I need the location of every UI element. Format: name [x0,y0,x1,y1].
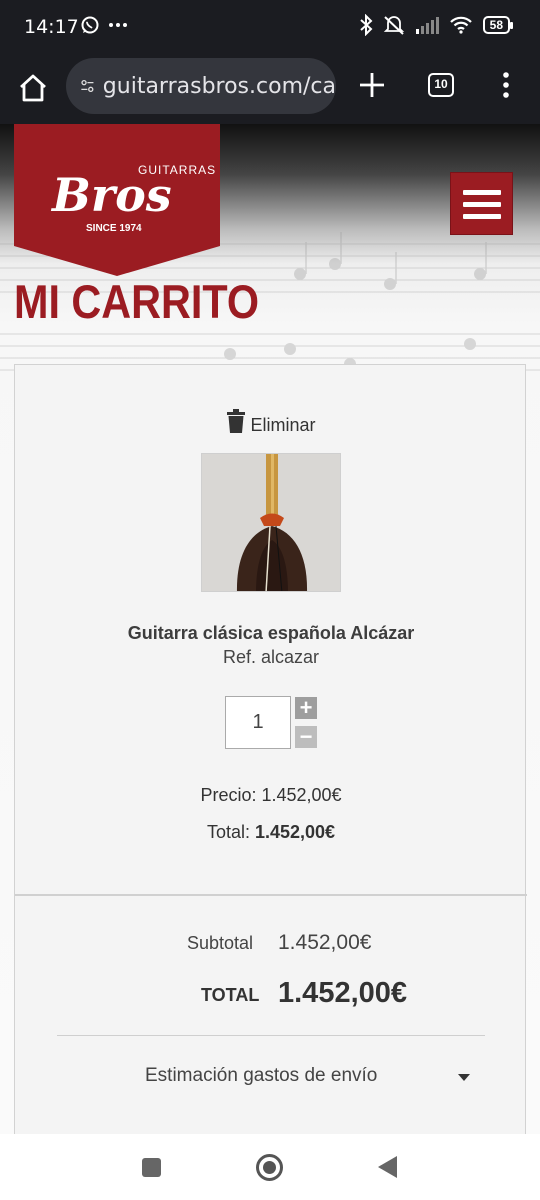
system-navigation-bar [0,1134,540,1200]
hamburger-menu-button[interactable] [450,172,513,235]
quantity-input[interactable]: 1 [225,696,291,749]
logo-since-text: SINCE 1974 [86,223,142,234]
product-image[interactable] [201,453,341,592]
recent-apps-icon[interactable] [142,1158,161,1177]
grand-total-value: 1.452,00€ [278,977,408,1009]
trash-icon [227,409,246,433]
product-ref: Ref. alcazar [222,647,320,667]
quantity-decrease-button[interactable]: − [295,726,317,748]
divider [15,894,527,896]
product-name[interactable]: Guitarra clásica española Alcázar [15,623,527,644]
caret-down-icon[interactable] [458,1074,470,1081]
browser-toolbar: guitarrasbros.com/ca 10 [0,54,540,124]
grand-total-label: TOTAL [201,985,260,1005]
site-settings-icon[interactable] [80,75,95,97]
divider [57,1035,485,1036]
quantity-increase-button[interactable]: + [295,697,317,719]
page-title: MI CARRITO [14,275,260,328]
more-icon [109,23,127,27]
line-total: Total: 1.452,00€ [15,822,527,843]
cart-card: Eliminar Guitarra clásica española Alcáz… [14,364,527,1134]
bluetooth-icon [359,14,373,36]
tab-switcher-button[interactable]: 10 [428,73,454,97]
home-nav-icon[interactable] [256,1154,283,1181]
subtotal-label: Subtotal [187,933,254,953]
shipping-estimate-toggle[interactable]: Estimación gastos de envío [145,1065,377,1087]
whatsapp-icon [81,16,99,34]
unit-price: Precio: 1.452,00€ [200,785,342,805]
delete-item-button[interactable]: Eliminar [15,409,527,436]
browser-menu-icon[interactable] [498,70,514,100]
new-tab-icon[interactable] [357,70,387,100]
delete-label: Eliminar [250,415,316,435]
line-total-label: Total: [206,822,250,842]
mute-icon [383,16,404,35]
status-bar: 14:17 58 [0,0,540,54]
status-left-icons [80,15,128,35]
status-right-icons: 58 [359,14,514,36]
url-text[interactable]: guitarrasbros.com/ca [103,74,336,99]
line-total-value: 1.452,00€ [254,822,336,842]
web-page: GUITARRAS Bros SINCE 1974 MI CARRITO Eli… [0,124,540,1134]
wifi-icon [449,16,472,34]
back-icon[interactable] [378,1156,397,1178]
home-icon[interactable] [16,71,50,105]
site-logo[interactable]: GUITARRAS Bros SINCE 1974 [14,124,220,276]
signal-icon [415,17,439,34]
status-time: 14:17 [24,16,79,38]
battery-icon: 58 [482,16,514,34]
guitar-photo [202,454,340,591]
logo-main-text: Bros [50,168,172,222]
subtotal-value: 1.452,00€ [278,931,372,954]
address-bar[interactable]: guitarrasbros.com/ca [66,58,336,114]
